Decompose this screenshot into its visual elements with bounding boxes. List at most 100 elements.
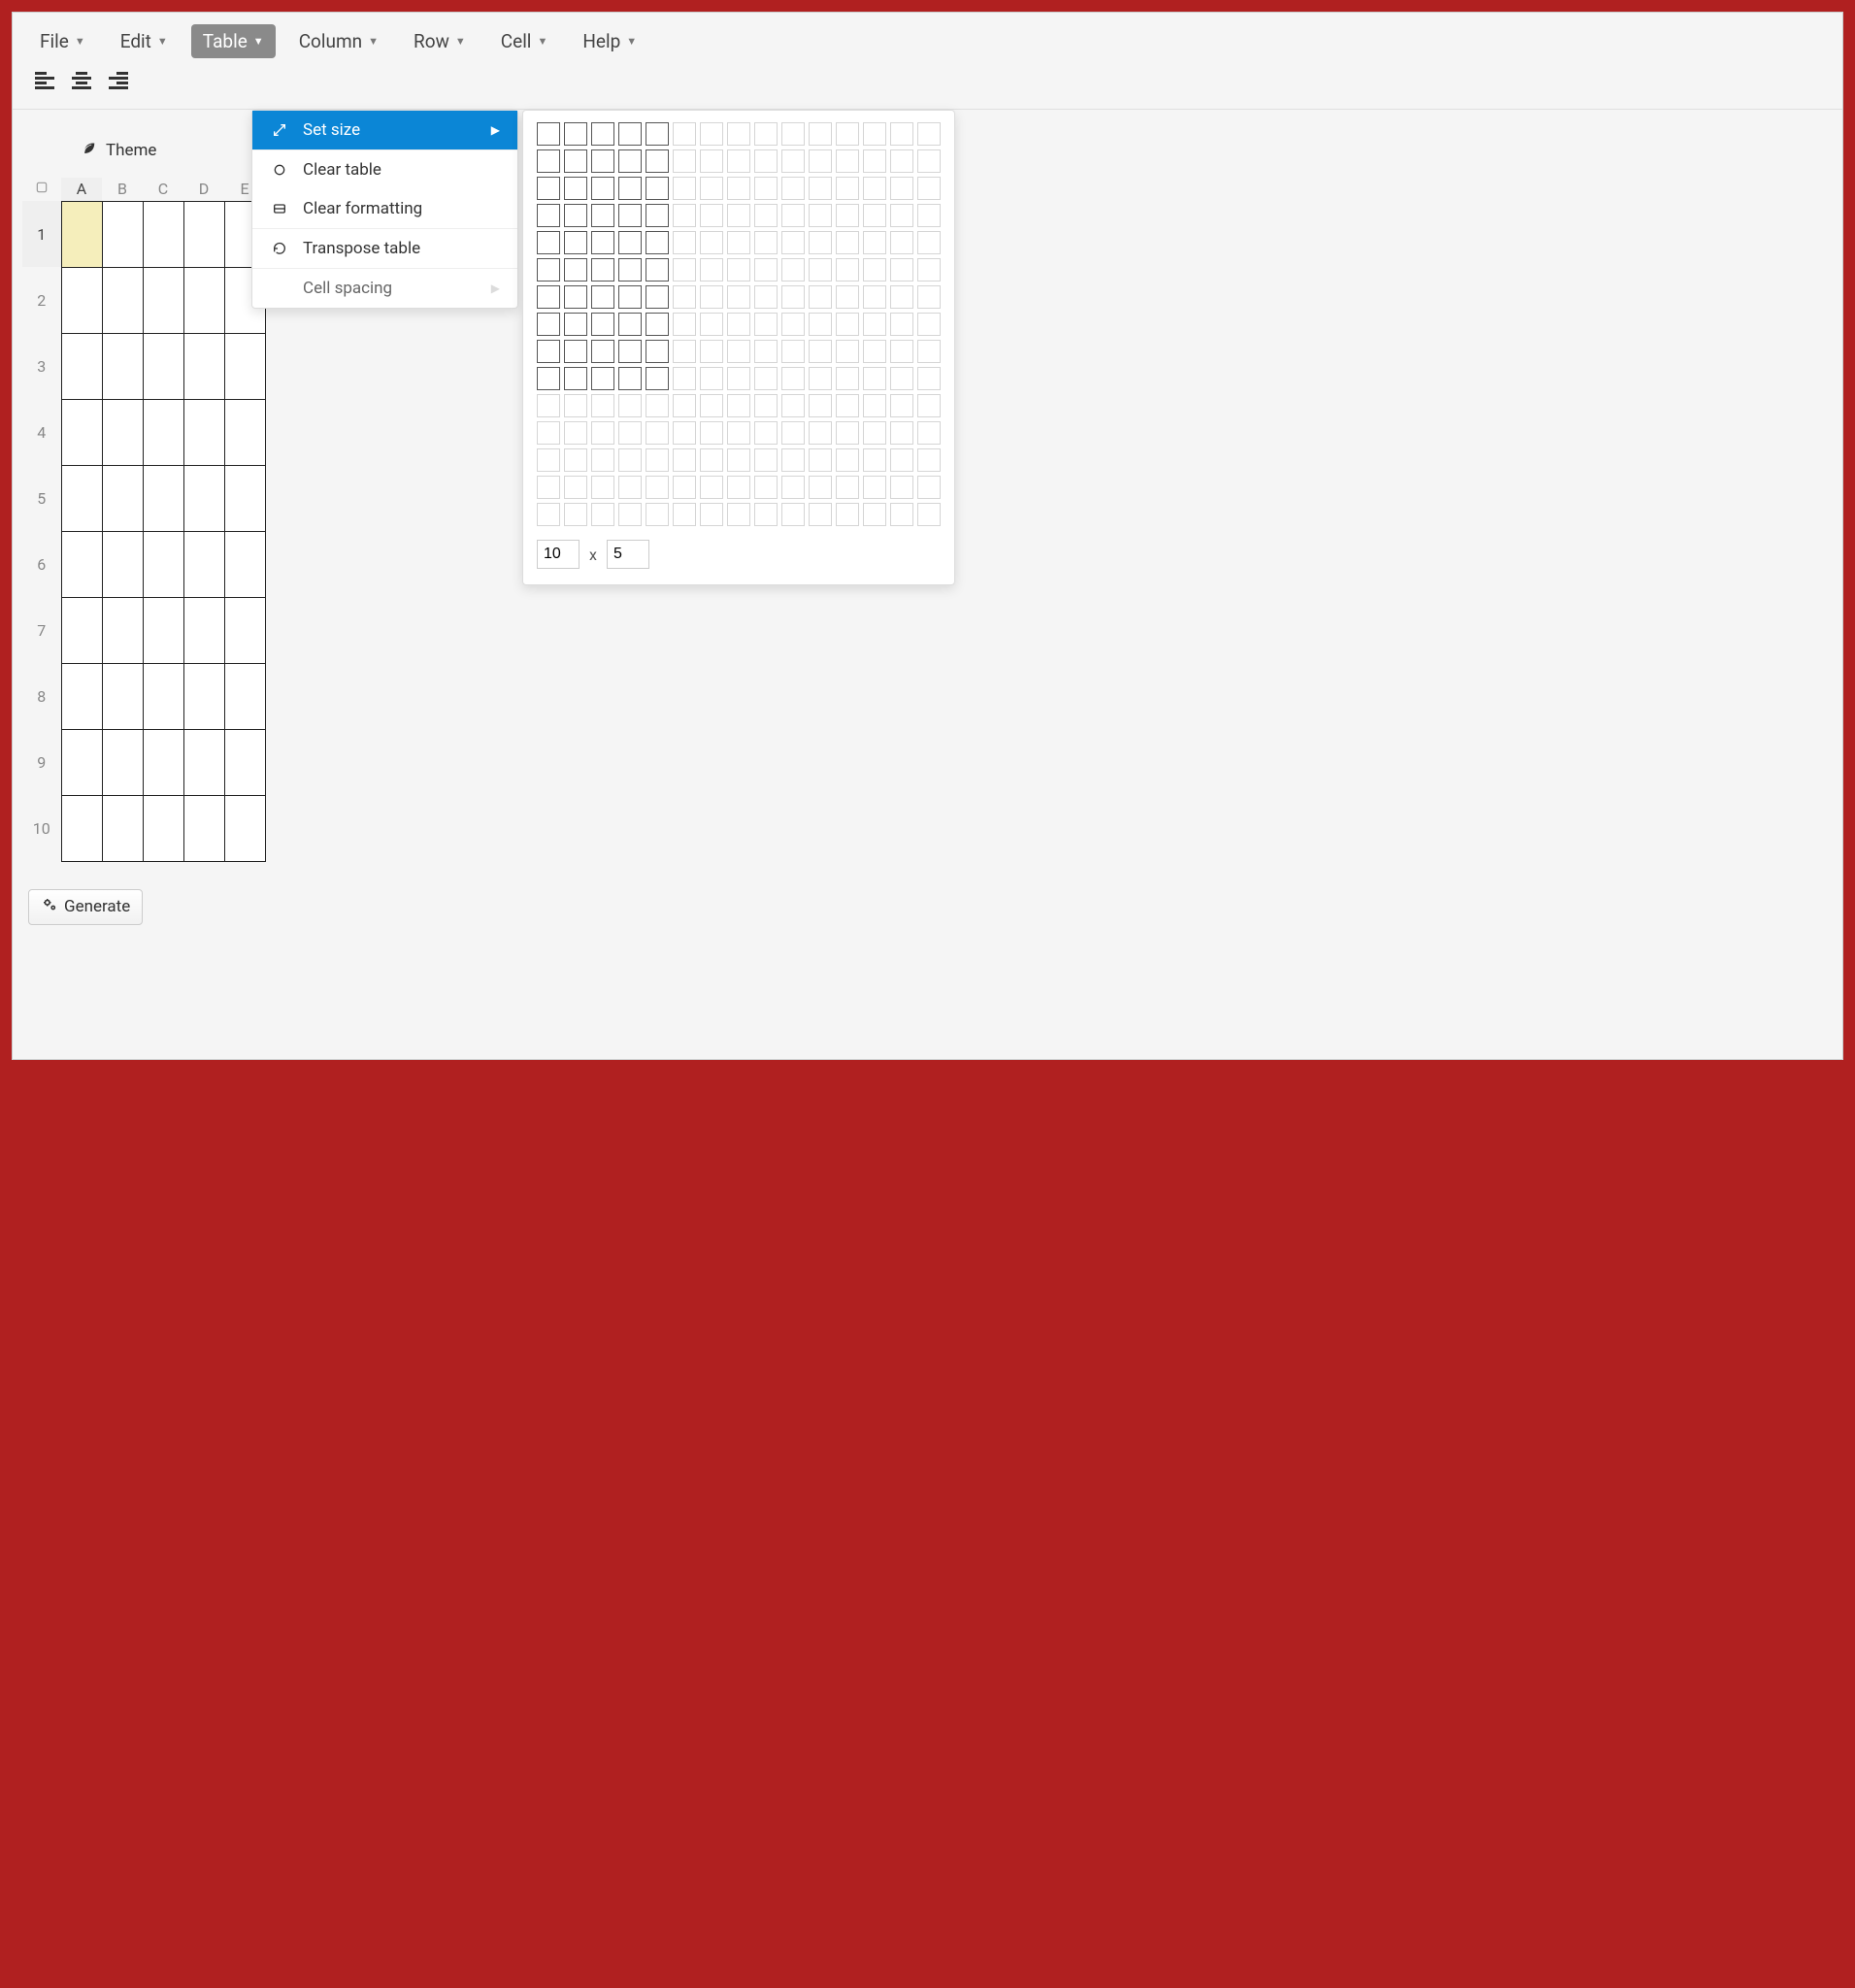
size-cell[interactable]: [863, 231, 886, 254]
size-cell[interactable]: [754, 503, 778, 526]
size-cell[interactable]: [836, 503, 859, 526]
align-center-button[interactable]: [65, 66, 98, 95]
size-cell[interactable]: [591, 149, 614, 173]
cell[interactable]: [183, 465, 224, 531]
size-cell[interactable]: [781, 231, 805, 254]
row-header[interactable]: 2: [22, 267, 61, 333]
cell[interactable]: [224, 795, 265, 861]
size-cell[interactable]: [537, 476, 560, 499]
size-cell[interactable]: [727, 476, 750, 499]
rows-input[interactable]: [537, 540, 580, 569]
size-cell[interactable]: [890, 177, 913, 200]
size-cell[interactable]: [836, 231, 859, 254]
size-cell[interactable]: [564, 149, 587, 173]
size-cell[interactable]: [700, 204, 723, 227]
size-cell[interactable]: [700, 122, 723, 146]
size-cell[interactable]: [809, 340, 832, 363]
size-cell[interactable]: [646, 313, 669, 336]
size-cell[interactable]: [781, 313, 805, 336]
size-cell[interactable]: [591, 177, 614, 200]
menu-set-size[interactable]: Set size ▶: [252, 111, 517, 149]
size-cell[interactable]: [700, 394, 723, 417]
size-cell[interactable]: [836, 476, 859, 499]
cell[interactable]: [61, 465, 102, 531]
cell[interactable]: [143, 267, 183, 333]
size-cell[interactable]: [564, 258, 587, 282]
size-cell[interactable]: [781, 149, 805, 173]
col-header[interactable]: C: [143, 178, 183, 201]
size-cell[interactable]: [754, 285, 778, 309]
size-grid[interactable]: [537, 122, 941, 526]
size-cell[interactable]: [646, 421, 669, 445]
size-cell[interactable]: [727, 204, 750, 227]
size-cell[interactable]: [591, 503, 614, 526]
size-cell[interactable]: [836, 149, 859, 173]
cell[interactable]: [183, 729, 224, 795]
size-cell[interactable]: [836, 258, 859, 282]
cell[interactable]: [102, 795, 143, 861]
size-cell[interactable]: [618, 177, 642, 200]
cell[interactable]: [102, 597, 143, 663]
size-cell[interactable]: [754, 204, 778, 227]
size-cell[interactable]: [727, 285, 750, 309]
size-cell[interactable]: [754, 231, 778, 254]
size-cell[interactable]: [863, 340, 886, 363]
size-cell[interactable]: [890, 204, 913, 227]
size-cell[interactable]: [537, 231, 560, 254]
size-cell[interactable]: [537, 367, 560, 390]
size-cell[interactable]: [754, 367, 778, 390]
size-cell[interactable]: [537, 122, 560, 146]
cell[interactable]: [143, 333, 183, 399]
size-cell[interactable]: [564, 231, 587, 254]
cell[interactable]: [143, 465, 183, 531]
row-header[interactable]: 6: [22, 531, 61, 597]
size-cell[interactable]: [537, 177, 560, 200]
size-cell[interactable]: [754, 421, 778, 445]
cell[interactable]: [102, 729, 143, 795]
row-header[interactable]: 9: [22, 729, 61, 795]
size-cell[interactable]: [700, 258, 723, 282]
size-cell[interactable]: [917, 448, 941, 472]
size-cell[interactable]: [673, 367, 696, 390]
menu-clear-table[interactable]: Clear table: [252, 150, 517, 189]
size-cell[interactable]: [618, 394, 642, 417]
size-cell[interactable]: [836, 122, 859, 146]
size-cell[interactable]: [890, 476, 913, 499]
cell[interactable]: [183, 663, 224, 729]
size-cell[interactable]: [564, 204, 587, 227]
cell[interactable]: [183, 399, 224, 465]
size-cell[interactable]: [890, 448, 913, 472]
row-header[interactable]: 8: [22, 663, 61, 729]
cell[interactable]: [183, 333, 224, 399]
size-cell[interactable]: [618, 231, 642, 254]
col-header[interactable]: B: [102, 178, 143, 201]
size-cell[interactable]: [809, 367, 832, 390]
size-cell[interactable]: [754, 258, 778, 282]
size-cell[interactable]: [917, 231, 941, 254]
menu-help[interactable]: Help▼: [571, 24, 648, 58]
theme-button[interactable]: Theme: [71, 135, 166, 165]
size-cell[interactable]: [781, 448, 805, 472]
size-cell[interactable]: [917, 285, 941, 309]
cell[interactable]: [102, 531, 143, 597]
size-cell[interactable]: [727, 340, 750, 363]
size-cell[interactable]: [727, 122, 750, 146]
cell[interactable]: [61, 663, 102, 729]
select-all-corner[interactable]: [22, 178, 61, 201]
size-cell[interactable]: [618, 258, 642, 282]
size-cell[interactable]: [700, 149, 723, 173]
size-cell[interactable]: [809, 503, 832, 526]
row-header[interactable]: 5: [22, 465, 61, 531]
menu-cell[interactable]: Cell▼: [489, 24, 560, 58]
size-cell[interactable]: [673, 231, 696, 254]
size-cell[interactable]: [917, 149, 941, 173]
size-cell[interactable]: [618, 421, 642, 445]
size-cell[interactable]: [890, 149, 913, 173]
size-cell[interactable]: [863, 503, 886, 526]
size-cell[interactable]: [591, 394, 614, 417]
size-cell[interactable]: [646, 258, 669, 282]
row-header[interactable]: 10: [22, 795, 61, 861]
size-cell[interactable]: [863, 149, 886, 173]
size-cell[interactable]: [781, 476, 805, 499]
size-cell[interactable]: [890, 285, 913, 309]
